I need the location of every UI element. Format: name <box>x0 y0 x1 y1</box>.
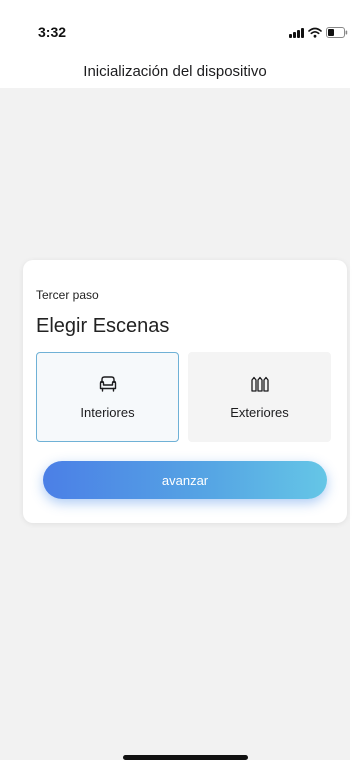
card-title: Elegir Escenas <box>36 315 170 337</box>
outdoor-option[interactable]: Exteriores <box>188 352 331 442</box>
home-indicator <box>123 755 248 760</box>
indoor-option-label: Interiores <box>80 404 135 420</box>
page-title: Inicialización del dispositivo <box>83 63 267 80</box>
screen-edge <box>350 0 357 760</box>
nav-bar: Inicialización del dispositivo <box>0 56 350 88</box>
wifi-icon <box>308 27 322 38</box>
status-icons <box>289 25 348 39</box>
sofa-icon <box>98 375 118 395</box>
status-time: 3:32 <box>38 24 67 40</box>
cellular-signal-icon <box>289 27 304 38</box>
battery-icon <box>326 26 348 38</box>
setup-card: Tercer paso Elegir Escenas Interiores Ex… <box>23 260 347 523</box>
outdoor-option-label: Exteriores <box>230 404 289 420</box>
indoor-option[interactable]: Interiores <box>36 352 179 442</box>
status-bar: 3:32 <box>0 0 350 56</box>
step-label: Tercer paso <box>36 288 99 302</box>
fence-icon <box>250 375 270 395</box>
advance-button[interactable]: avanzar <box>43 461 327 499</box>
